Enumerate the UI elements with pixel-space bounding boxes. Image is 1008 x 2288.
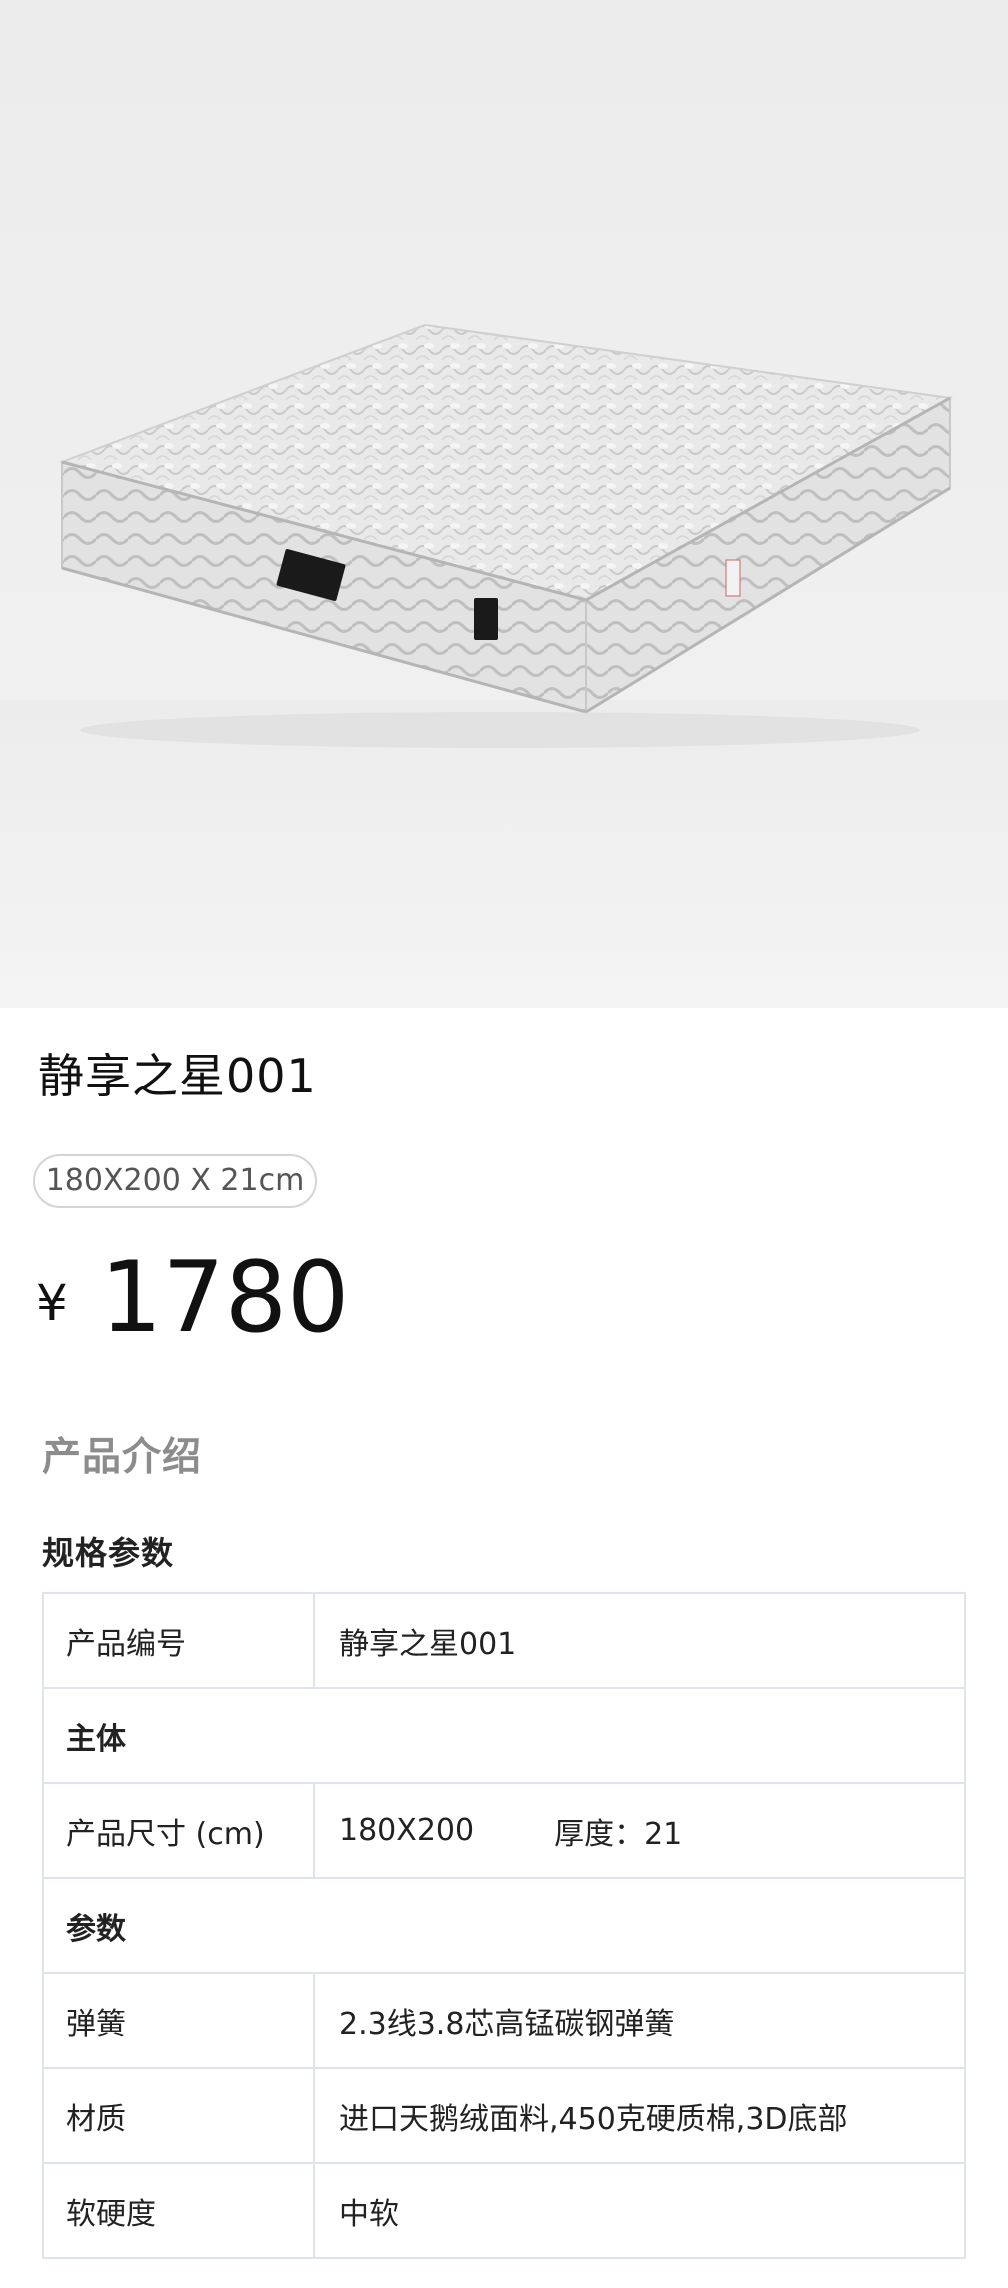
currency-symbol: ¥	[36, 1274, 68, 1332]
product-title: 静享之星001	[38, 1049, 317, 1103]
firmness-label: 软硬度	[44, 2164, 315, 2257]
section-main-label: 主体	[66, 1721, 126, 1757]
section-params-label: 参数	[66, 1911, 126, 1947]
product-code-label: 产品编号	[44, 1594, 315, 1687]
material-label: 材质	[44, 2069, 315, 2162]
table-section-row: 主体	[44, 1689, 964, 1784]
size-value: 180X200	[339, 1813, 475, 1848]
product-code-value: 静享之星001	[339, 1626, 517, 1662]
product-image[interactable]	[0, 0, 1008, 1008]
table-row: 产品尺寸 (cm) 180X200 厚度：21	[44, 1784, 964, 1879]
table-row: 材质 进口天鹅绒面料,450克硬质棉,3D底部	[44, 2069, 964, 2164]
price: 1780	[100, 1241, 350, 1355]
mattress-illustration	[0, 323, 1008, 1008]
intro-heading: 产品介绍	[42, 1435, 203, 1480]
size-value-cell: 180X200 厚度：21	[315, 1784, 964, 1877]
spring-label: 弹簧	[44, 1974, 315, 2067]
firmness-value: 中软	[339, 2196, 399, 2232]
thickness-value: 厚度：21	[554, 1816, 683, 1852]
size-tag[interactable]: 180X200 X 21cm	[33, 1154, 317, 1208]
table-row: 软硬度 中软	[44, 2164, 964, 2259]
spring-value: 2.3线3.8芯高锰碳钢弹簧	[339, 2006, 675, 2042]
size-label: 产品尺寸 (cm)	[44, 1784, 315, 1877]
spec-table: 产品编号 静享之星001 主体 产品尺寸 (cm) 180X200 厚度：21 …	[42, 1592, 966, 2259]
table-row: 产品编号 静享之星001	[44, 1594, 964, 1689]
table-row: 弹簧 2.3线3.8芯高锰碳钢弹簧	[44, 1974, 964, 2069]
material-value: 进口天鹅绒面料,450克硬质棉,3D底部	[339, 2101, 848, 2137]
spec-heading: 规格参数	[42, 1534, 175, 1572]
table-section-row: 参数	[44, 1879, 964, 1974]
